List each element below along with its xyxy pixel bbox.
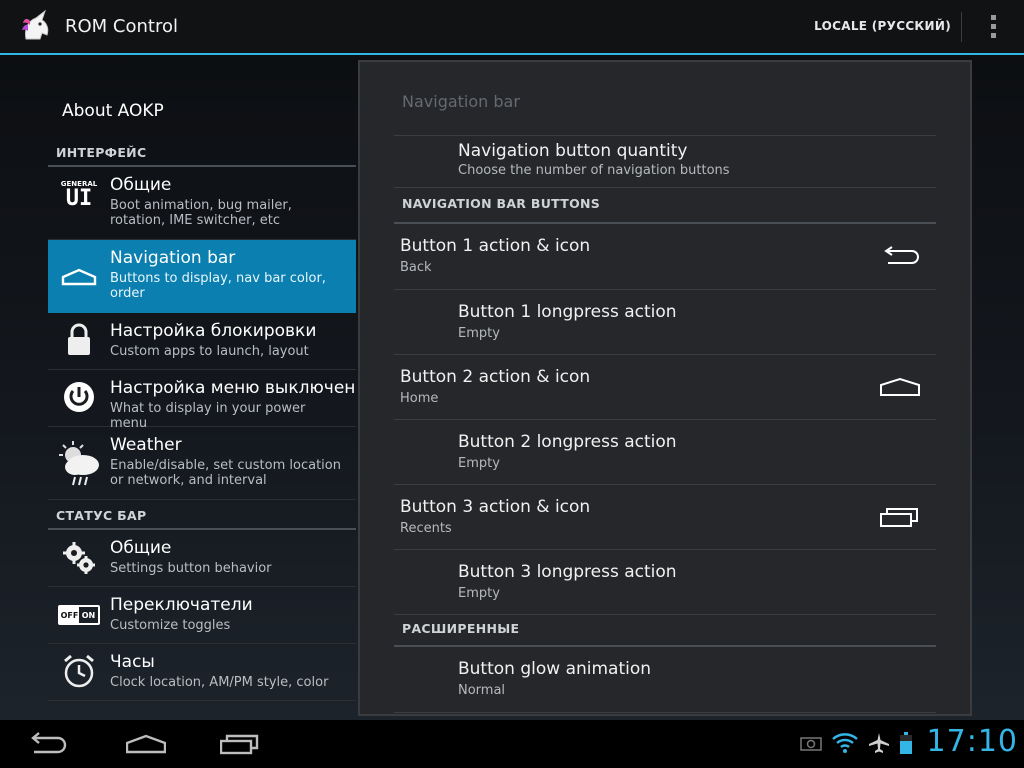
list-item-navigation-bar[interactable]: Navigation bar Buttons to display, nav b…	[48, 240, 356, 313]
pref-title: Button 3 longpress action	[458, 562, 677, 582]
preferences-panel: Navigation bar Navigation button quantit…	[358, 60, 972, 716]
about-aokp-item[interactable]: About AOKP	[48, 57, 356, 137]
alarm-clock-icon	[48, 644, 110, 689]
list-item-weather[interactable]: Weather Enable/disable, set custom locat…	[48, 427, 356, 500]
pref-navigation-button-quantity[interactable]: Navigation button quantity Choose the nu…	[394, 136, 936, 188]
toggle-off-on-icon: OFF ON	[48, 587, 110, 625]
list-item-summary: Boot animation, bug mailer, rotation, IM…	[110, 198, 292, 228]
pref-button-2-longpress[interactable]: Button 2 longpress action Empty	[394, 420, 936, 485]
nav-back-icon[interactable]	[26, 720, 68, 768]
list-item-statusbar-general[interactable]: Общие Settings button behavior	[48, 530, 356, 587]
section-header-advanced: РАСШИРЕННЫЕ	[394, 615, 936, 647]
general-icon-big-text: UI	[65, 186, 93, 211]
pref-title: Button 2 longpress action	[458, 432, 677, 452]
status-icons	[800, 732, 912, 758]
list-item-general[interactable]: GENERAL UI Общие Boot animation, bug mai…	[48, 167, 356, 240]
locale-button[interactable]: LOCALE (РУССКИЙ)	[804, 0, 961, 54]
list-item-title: Часы	[110, 652, 155, 672]
panel-title: Navigation bar	[394, 62, 936, 136]
nav-home-icon[interactable]	[126, 720, 166, 768]
gears-icon	[48, 530, 110, 576]
system-bar: 17:10	[0, 720, 1024, 768]
list-item-title: Navigation bar	[110, 248, 236, 268]
list-item-lockscreen[interactable]: Настройка блокировки Custom apps to laun…	[48, 313, 356, 370]
list-item-summary: Custom apps to launch, layout	[110, 344, 309, 359]
list-item-title: Общие	[110, 175, 172, 195]
list-item-summary: Buttons to display, nav bar color, order	[110, 271, 326, 301]
unicorn-app-icon[interactable]	[16, 7, 56, 47]
recents-icon	[880, 485, 920, 549]
power-icon	[48, 370, 110, 414]
pref-title: Button 1 longpress action	[458, 302, 677, 322]
home-icon	[880, 355, 920, 419]
toggle-icon-off-label: OFF	[60, 607, 79, 623]
list-item-clock[interactable]: Часы Clock location, AM/PM style, color	[48, 644, 356, 701]
pref-title: Button glow animation	[458, 659, 652, 679]
section-header-interface: ИНТЕРФЕЙС	[48, 137, 356, 167]
airplane-mode-icon	[868, 732, 890, 758]
settings-category-list: About AOKP ИНТЕРФЕЙС GENERAL UI Общие Bo…	[48, 57, 356, 720]
home-outline-icon	[48, 240, 110, 286]
pref-button-1-longpress[interactable]: Button 1 longpress action Empty	[394, 290, 936, 355]
list-item-title: Настройка меню выключения	[110, 378, 356, 398]
screenshot-icon	[800, 735, 822, 755]
list-item-summary: Settings button behavior	[110, 561, 272, 576]
list-item-title: Weather	[110, 435, 182, 455]
back-icon	[882, 224, 920, 289]
pref-summary: Choose the number of navigation buttons	[458, 163, 730, 178]
list-item-toggles[interactable]: OFF ON Переключатели Customize toggles	[48, 587, 356, 644]
pref-summary: Empty	[458, 326, 500, 341]
section-header-status-bar: СТАТУС БАР	[48, 500, 356, 530]
pref-summary: Home	[400, 391, 439, 406]
pref-summary: Normal	[458, 683, 506, 698]
list-item-title: Общие	[110, 538, 172, 558]
pref-button-1-action[interactable]: Button 1 action & icon Back	[394, 224, 936, 290]
pref-summary: Empty	[458, 586, 500, 601]
list-item-power-menu[interactable]: Настройка меню выключения What to displa…	[48, 370, 356, 431]
pref-button-glow-animation[interactable]: Button glow animation Normal	[394, 647, 936, 713]
list-item-title: Настройка блокировки	[110, 321, 317, 341]
list-item-summary: Customize toggles	[110, 618, 231, 633]
lock-icon	[48, 313, 110, 357]
list-item-title: Переключатели	[110, 595, 253, 615]
overflow-menu-icon[interactable]	[962, 0, 1024, 54]
list-item-summary: Enable/disable, set custom location or n…	[110, 458, 341, 488]
wifi-icon	[832, 732, 858, 758]
status-clock: 17:10	[926, 724, 1018, 759]
weather-icon	[48, 427, 110, 487]
pref-summary: Empty	[458, 456, 500, 471]
nav-recents-icon[interactable]	[220, 720, 260, 768]
pref-button-2-action[interactable]: Button 2 action & icon Home	[394, 355, 936, 420]
pref-button-3-longpress[interactable]: Button 3 longpress action Empty	[394, 550, 936, 615]
list-item-summary: Clock location, AM/PM style, color	[110, 675, 329, 690]
pref-summary: Recents	[400, 521, 452, 536]
app-title: ROM Control	[65, 16, 178, 37]
pref-title: Button 2 action & icon	[400, 367, 591, 387]
action-bar: ROM Control LOCALE (РУССКИЙ)	[0, 0, 1024, 55]
toggle-icon-on-label: ON	[81, 610, 96, 620]
section-header-navigation-bar-buttons: NAVIGATION BAR BUTTONS	[394, 188, 936, 224]
pref-summary: Back	[400, 260, 432, 275]
pref-title: Button 1 action & icon	[400, 236, 591, 256]
pref-title: Navigation button quantity	[458, 141, 688, 161]
pref-button-3-action[interactable]: Button 3 action & icon Recents	[394, 485, 936, 550]
battery-icon	[900, 732, 912, 758]
general-ui-icon: GENERAL UI	[48, 167, 110, 210]
pref-title: Button 3 action & icon	[400, 497, 591, 517]
